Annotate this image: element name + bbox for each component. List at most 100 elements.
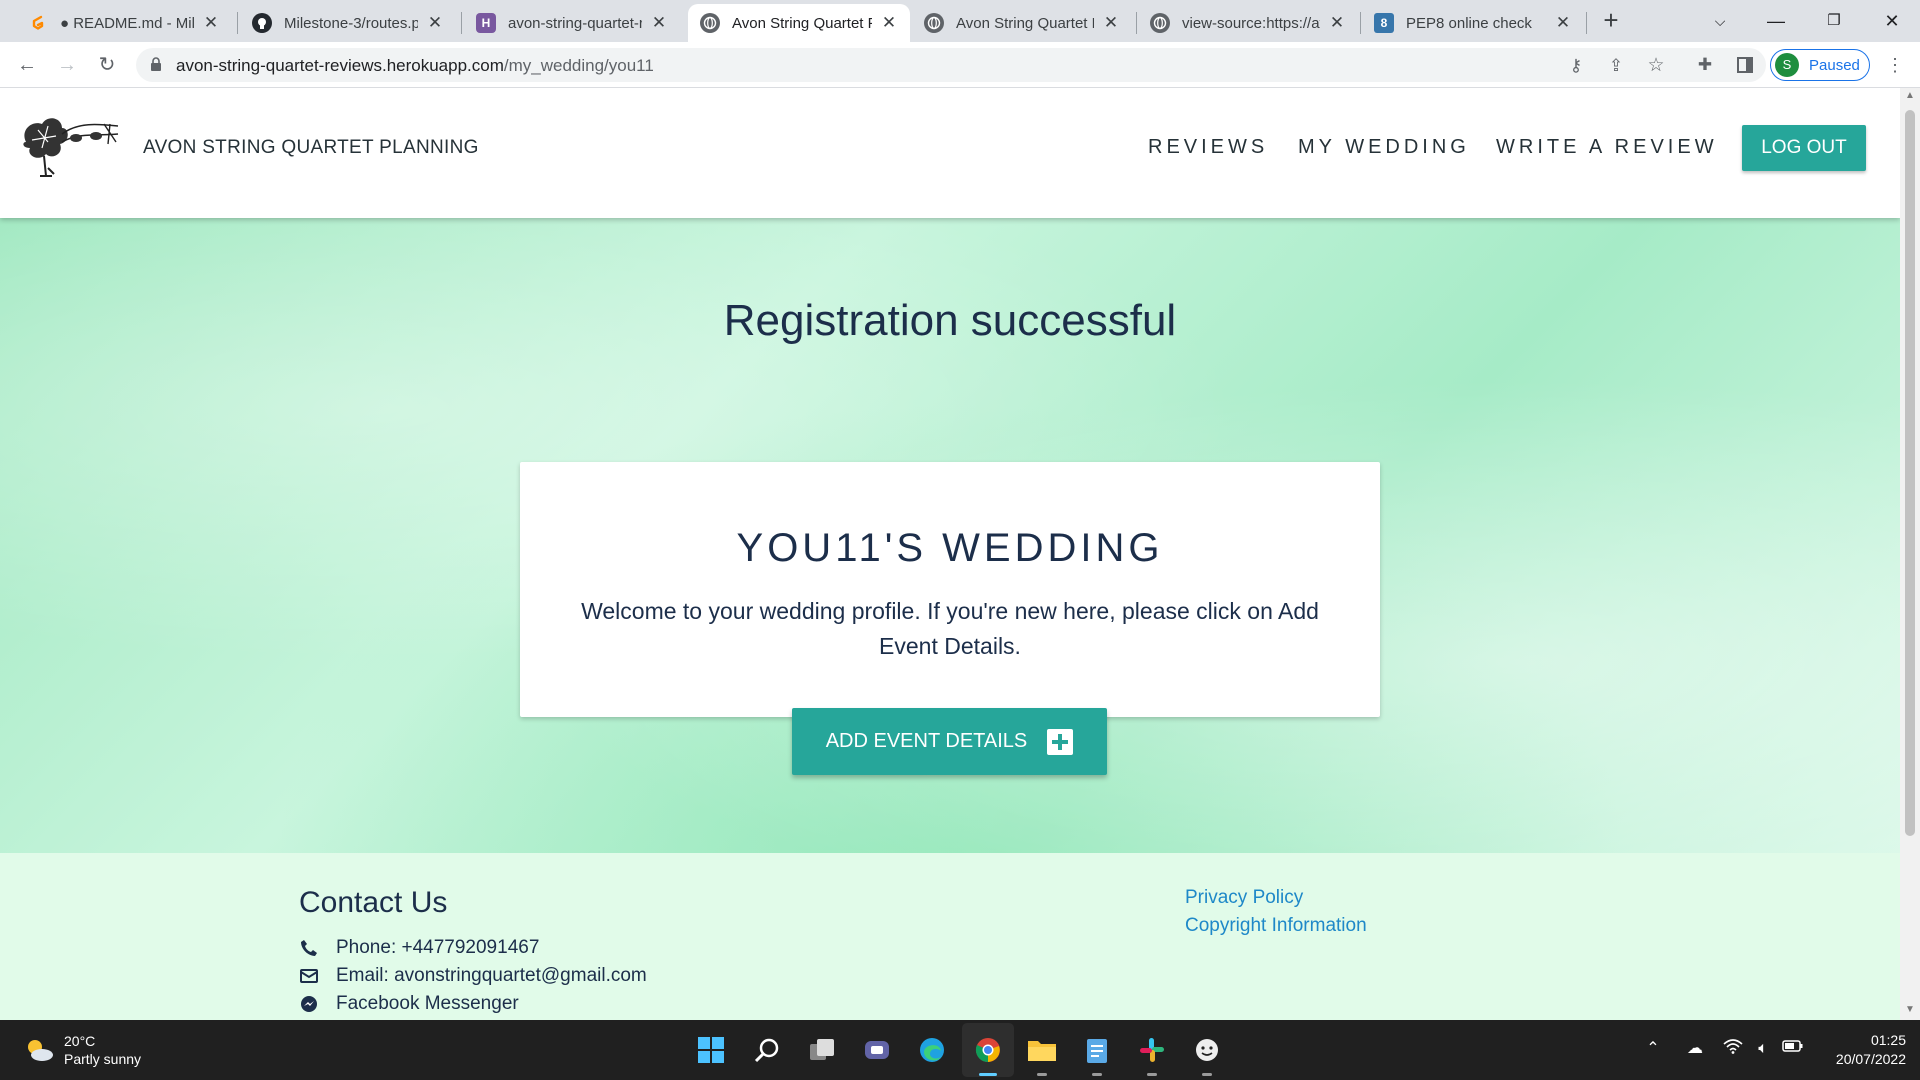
close-window-icon[interactable]: ✕ bbox=[1864, 4, 1920, 38]
search-icon[interactable] bbox=[750, 1033, 784, 1067]
weather-widget[interactable]: 20°C Partly sunny bbox=[24, 1032, 141, 1068]
notepad-icon[interactable] bbox=[1080, 1033, 1114, 1076]
close-tab-icon[interactable]: ✕ bbox=[1328, 13, 1346, 33]
file-explorer-icon[interactable] bbox=[1025, 1033, 1059, 1076]
nav-write-review[interactable]: WRITE A REVIEW bbox=[1496, 136, 1718, 159]
pep8-icon: 8 bbox=[1374, 13, 1394, 33]
page-scrollbar[interactable]: ▲ ▼ bbox=[1900, 88, 1920, 1020]
forward-arrow-icon[interactable]: → bbox=[52, 50, 82, 80]
contact-phone-text: Phone: +447792091467 bbox=[336, 937, 540, 958]
messenger-icon bbox=[299, 994, 319, 1014]
profile-button[interactable]: S Paused bbox=[1770, 49, 1870, 81]
nav-my-wedding[interactable]: MY WEDDING bbox=[1298, 136, 1470, 159]
copyright-link[interactable]: Copyright Information bbox=[1185, 915, 1367, 937]
onedrive-cloud-icon[interactable]: ☁ bbox=[1684, 1038, 1706, 1060]
close-tab-icon[interactable]: ✕ bbox=[1554, 13, 1572, 33]
close-tab-icon[interactable]: ✕ bbox=[1102, 13, 1120, 33]
envelope-icon bbox=[299, 966, 319, 986]
share-icon[interactable]: ⇪ bbox=[1604, 54, 1628, 78]
tab-title: view-source:https://avon bbox=[1182, 14, 1320, 32]
globe-icon bbox=[924, 13, 944, 33]
tab-title: Avon String Quartet Planning bbox=[732, 14, 872, 32]
browser-tab[interactable]: ● README.md - Milestone ✕ bbox=[16, 4, 232, 42]
contact-messenger-text[interactable]: Facebook Messenger bbox=[336, 993, 519, 1015]
url-host: avon-string-quartet-reviews.herokuapp.co… bbox=[176, 56, 504, 75]
tab-search-chevron-icon[interactable]: ⌵ bbox=[1692, 4, 1748, 38]
browser-tab-strip: ● README.md - Milestone ✕ Milestone-3/ro… bbox=[0, 0, 1920, 42]
site-brand[interactable]: AVON STRING QUARTET PLANNING bbox=[143, 137, 479, 159]
chrome-icon[interactable] bbox=[971, 1033, 1005, 1076]
main-content: Registration successful YOU11'S WEDDING … bbox=[0, 218, 1900, 853]
reload-icon[interactable]: ↻ bbox=[92, 50, 122, 80]
task-view-icon[interactable] bbox=[805, 1033, 839, 1067]
github-icon bbox=[252, 13, 272, 33]
add-event-details-button[interactable]: ADD EVENT DETAILS bbox=[792, 708, 1107, 775]
weather-description: Partly sunny bbox=[64, 1051, 142, 1067]
site-header: AVON STRING QUARTET PLANNING REVIEWS MY … bbox=[0, 88, 1900, 218]
gitpod-icon bbox=[28, 13, 48, 33]
clock-time: 01:25 bbox=[1870, 1032, 1906, 1048]
weather-temperature: 20°C bbox=[64, 1033, 96, 1049]
kebab-menu-icon[interactable]: ⋮ bbox=[1880, 50, 1910, 80]
browser-toolbar: ← → ↻ avon-string-quartet-reviews.heroku… bbox=[0, 42, 1920, 88]
browser-tab[interactable]: view-source:https://avon ✕ bbox=[1138, 4, 1358, 42]
windows-start-icon[interactable] bbox=[694, 1033, 728, 1067]
close-tab-icon[interactable]: ✕ bbox=[880, 13, 898, 33]
battery-icon[interactable] bbox=[1782, 1038, 1804, 1060]
scroll-down-icon[interactable]: ▼ bbox=[1905, 1004, 1915, 1015]
wifi-icon[interactable] bbox=[1722, 1038, 1744, 1060]
back-arrow-icon[interactable]: ← bbox=[12, 50, 42, 80]
heroku-icon: H bbox=[476, 13, 496, 33]
clock-date: 20/07/2022 bbox=[1835, 1051, 1906, 1067]
plus-square-icon bbox=[1047, 728, 1074, 755]
partly-sunny-icon bbox=[24, 1037, 54, 1063]
slack-icon[interactable] bbox=[1135, 1033, 1169, 1076]
tab-title: avon-string-quartet-reviews bbox=[508, 14, 642, 32]
system-clock[interactable]: 01:25 20/07/2022 bbox=[1820, 1031, 1906, 1069]
tab-title: PEP8 online check bbox=[1406, 14, 1532, 32]
browser-tab-active[interactable]: Avon String Quartet Planning ✕ bbox=[688, 4, 910, 42]
volume-icon[interactable]: 🔈︎ bbox=[1752, 1038, 1774, 1060]
nav-reviews[interactable]: REVIEWS bbox=[1148, 136, 1268, 159]
minimize-icon[interactable]: — bbox=[1748, 4, 1804, 38]
avatar: S bbox=[1775, 53, 1799, 77]
close-tab-icon[interactable]: ✕ bbox=[650, 13, 668, 33]
extensions-puzzle-icon[interactable]: ✚ bbox=[1690, 50, 1720, 80]
teams-chat-icon[interactable] bbox=[860, 1033, 894, 1067]
url-path: /my_wedding/you11 bbox=[503, 56, 654, 75]
contact-email: Email: avonstringquartet@gmail.com bbox=[299, 965, 647, 987]
page-viewport: AVON STRING QUARTET PLANNING REVIEWS MY … bbox=[0, 88, 1900, 1020]
scroll-up-icon[interactable]: ▲ bbox=[1905, 90, 1915, 101]
profile-status: Paused bbox=[1809, 56, 1860, 74]
contact-email-text: Email: avonstringquartet@gmail.com bbox=[336, 965, 647, 986]
globe-icon bbox=[1150, 13, 1170, 33]
scrollbar-thumb[interactable] bbox=[1905, 110, 1915, 836]
contact-phone: Phone: +447792091467 bbox=[299, 937, 539, 959]
restore-icon[interactable]: ❐ bbox=[1806, 4, 1862, 38]
wedding-card: YOU11'S WEDDING Welcome to your wedding … bbox=[520, 462, 1380, 717]
phone-icon bbox=[299, 938, 319, 958]
side-panel-icon[interactable] bbox=[1730, 50, 1760, 80]
tab-title: Milestone-3/routes.py bbox=[284, 14, 418, 32]
logout-button[interactable]: LOG OUT bbox=[1742, 125, 1866, 171]
quartet-logo-icon[interactable] bbox=[18, 112, 124, 182]
smiley-app-icon[interactable] bbox=[1190, 1033, 1224, 1076]
browser-tab[interactable]: Avon String Quartet Planning ✕ bbox=[912, 4, 1132, 42]
key-icon[interactable]: ⚷ bbox=[1564, 54, 1588, 78]
flash-message: Registration successful bbox=[723, 296, 1177, 345]
card-title: YOU11'S WEDDING bbox=[736, 526, 1164, 570]
browser-tab[interactable]: Milestone-3/routes.py ✕ bbox=[240, 4, 456, 42]
close-tab-icon[interactable]: ✕ bbox=[202, 13, 220, 33]
globe-icon bbox=[700, 13, 720, 33]
browser-tab[interactable]: H avon-string-quartet-reviews ✕ bbox=[464, 4, 680, 42]
browser-tab[interactable]: 8 PEP8 online check ✕ bbox=[1362, 4, 1584, 42]
card-text: Welcome to your wedding profile. If you'… bbox=[581, 598, 1319, 659]
edge-icon[interactable] bbox=[915, 1033, 949, 1067]
contact-messenger: Facebook Messenger bbox=[299, 993, 519, 1015]
bookmark-star-icon[interactable]: ☆ bbox=[1644, 54, 1668, 78]
close-tab-icon[interactable]: ✕ bbox=[426, 13, 444, 33]
tray-chevron-up-icon[interactable]: ⌃ bbox=[1642, 1038, 1664, 1060]
privacy-policy-link[interactable]: Privacy Policy bbox=[1185, 887, 1303, 909]
new-tab-plus-icon[interactable]: + bbox=[1598, 7, 1624, 34]
address-bar[interactable]: avon-string-quartet-reviews.herokuapp.co… bbox=[136, 48, 1766, 82]
